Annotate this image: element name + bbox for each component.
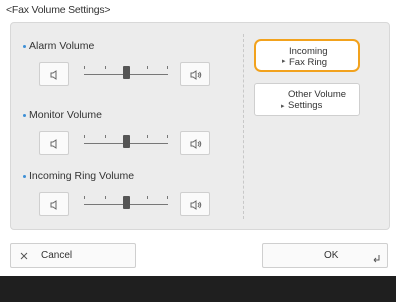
page-title: <Fax Volume Settings>	[6, 4, 111, 16]
incoming-ring-volume-label-text: Incoming Ring Volume	[29, 170, 135, 182]
alarm-volume-up-button[interactable]	[180, 62, 210, 86]
alarm-volume-slider[interactable]	[76, 62, 176, 86]
alarm-volume-label: Alarm Volume	[23, 40, 95, 52]
speaker-loud-icon	[190, 70, 202, 80]
speaker-quiet-icon	[50, 70, 57, 80]
enter-icon	[373, 255, 380, 263]
monitor-volume-down-button[interactable]	[39, 131, 69, 155]
speaker-quiet-icon	[50, 139, 57, 149]
cancel-button[interactable]: Cancel	[10, 243, 136, 268]
arrow-right-icon: ▸	[281, 103, 285, 110]
other-volume-settings-line1: Other Volume	[288, 89, 347, 100]
bullet-icon	[23, 45, 26, 48]
footer-bar	[0, 276, 396, 302]
monitor-volume-up-button[interactable]	[180, 131, 210, 155]
alarm-volume-slider-knob[interactable]	[123, 66, 130, 79]
speaker-quiet-icon	[50, 200, 57, 210]
incoming-fax-ring-label: Incoming Fax Ring	[289, 46, 328, 68]
monitor-volume-slider[interactable]	[76, 131, 176, 155]
alarm-volume-down-button[interactable]	[39, 62, 69, 86]
monitor-volume-slider-knob[interactable]	[123, 135, 130, 148]
other-volume-settings-label: Other Volume Settings	[288, 89, 346, 111]
arrow-right-icon: ▸	[282, 58, 286, 65]
cancel-button-label: Cancel	[41, 250, 73, 261]
alarm-volume-label-text: Alarm Volume	[29, 40, 95, 52]
speaker-loud-icon	[190, 200, 202, 210]
incoming-fax-ring-line1: Incoming	[289, 46, 328, 57]
other-volume-settings-button[interactable]: Other Volume Settings ▸	[254, 83, 360, 116]
ok-button[interactable]: OK	[262, 243, 388, 268]
other-volume-settings-line2: Settings	[288, 100, 323, 111]
incoming-ring-volume-slider[interactable]	[76, 192, 176, 216]
bullet-icon	[23, 175, 26, 178]
fax-volume-settings-screen: <Fax Volume Settings> Alarm Volume Monit…	[0, 0, 396, 302]
speaker-loud-icon	[190, 139, 202, 149]
incoming-ring-volume-slider-knob[interactable]	[123, 196, 130, 209]
incoming-ring-volume-down-button[interactable]	[39, 192, 69, 216]
ok-button-label: OK	[324, 250, 339, 261]
monitor-volume-label-text: Monitor Volume	[29, 109, 102, 121]
incoming-fax-ring-button[interactable]: Incoming Fax Ring ▸	[254, 39, 360, 72]
monitor-volume-label: Monitor Volume	[23, 109, 102, 121]
panel-divider	[243, 34, 244, 219]
incoming-ring-volume-up-button[interactable]	[180, 192, 210, 216]
close-icon	[20, 252, 28, 260]
incoming-ring-volume-label: Incoming Ring Volume	[23, 170, 135, 182]
incoming-fax-ring-line2: Fax Ring	[289, 57, 328, 68]
bullet-icon	[23, 114, 26, 117]
